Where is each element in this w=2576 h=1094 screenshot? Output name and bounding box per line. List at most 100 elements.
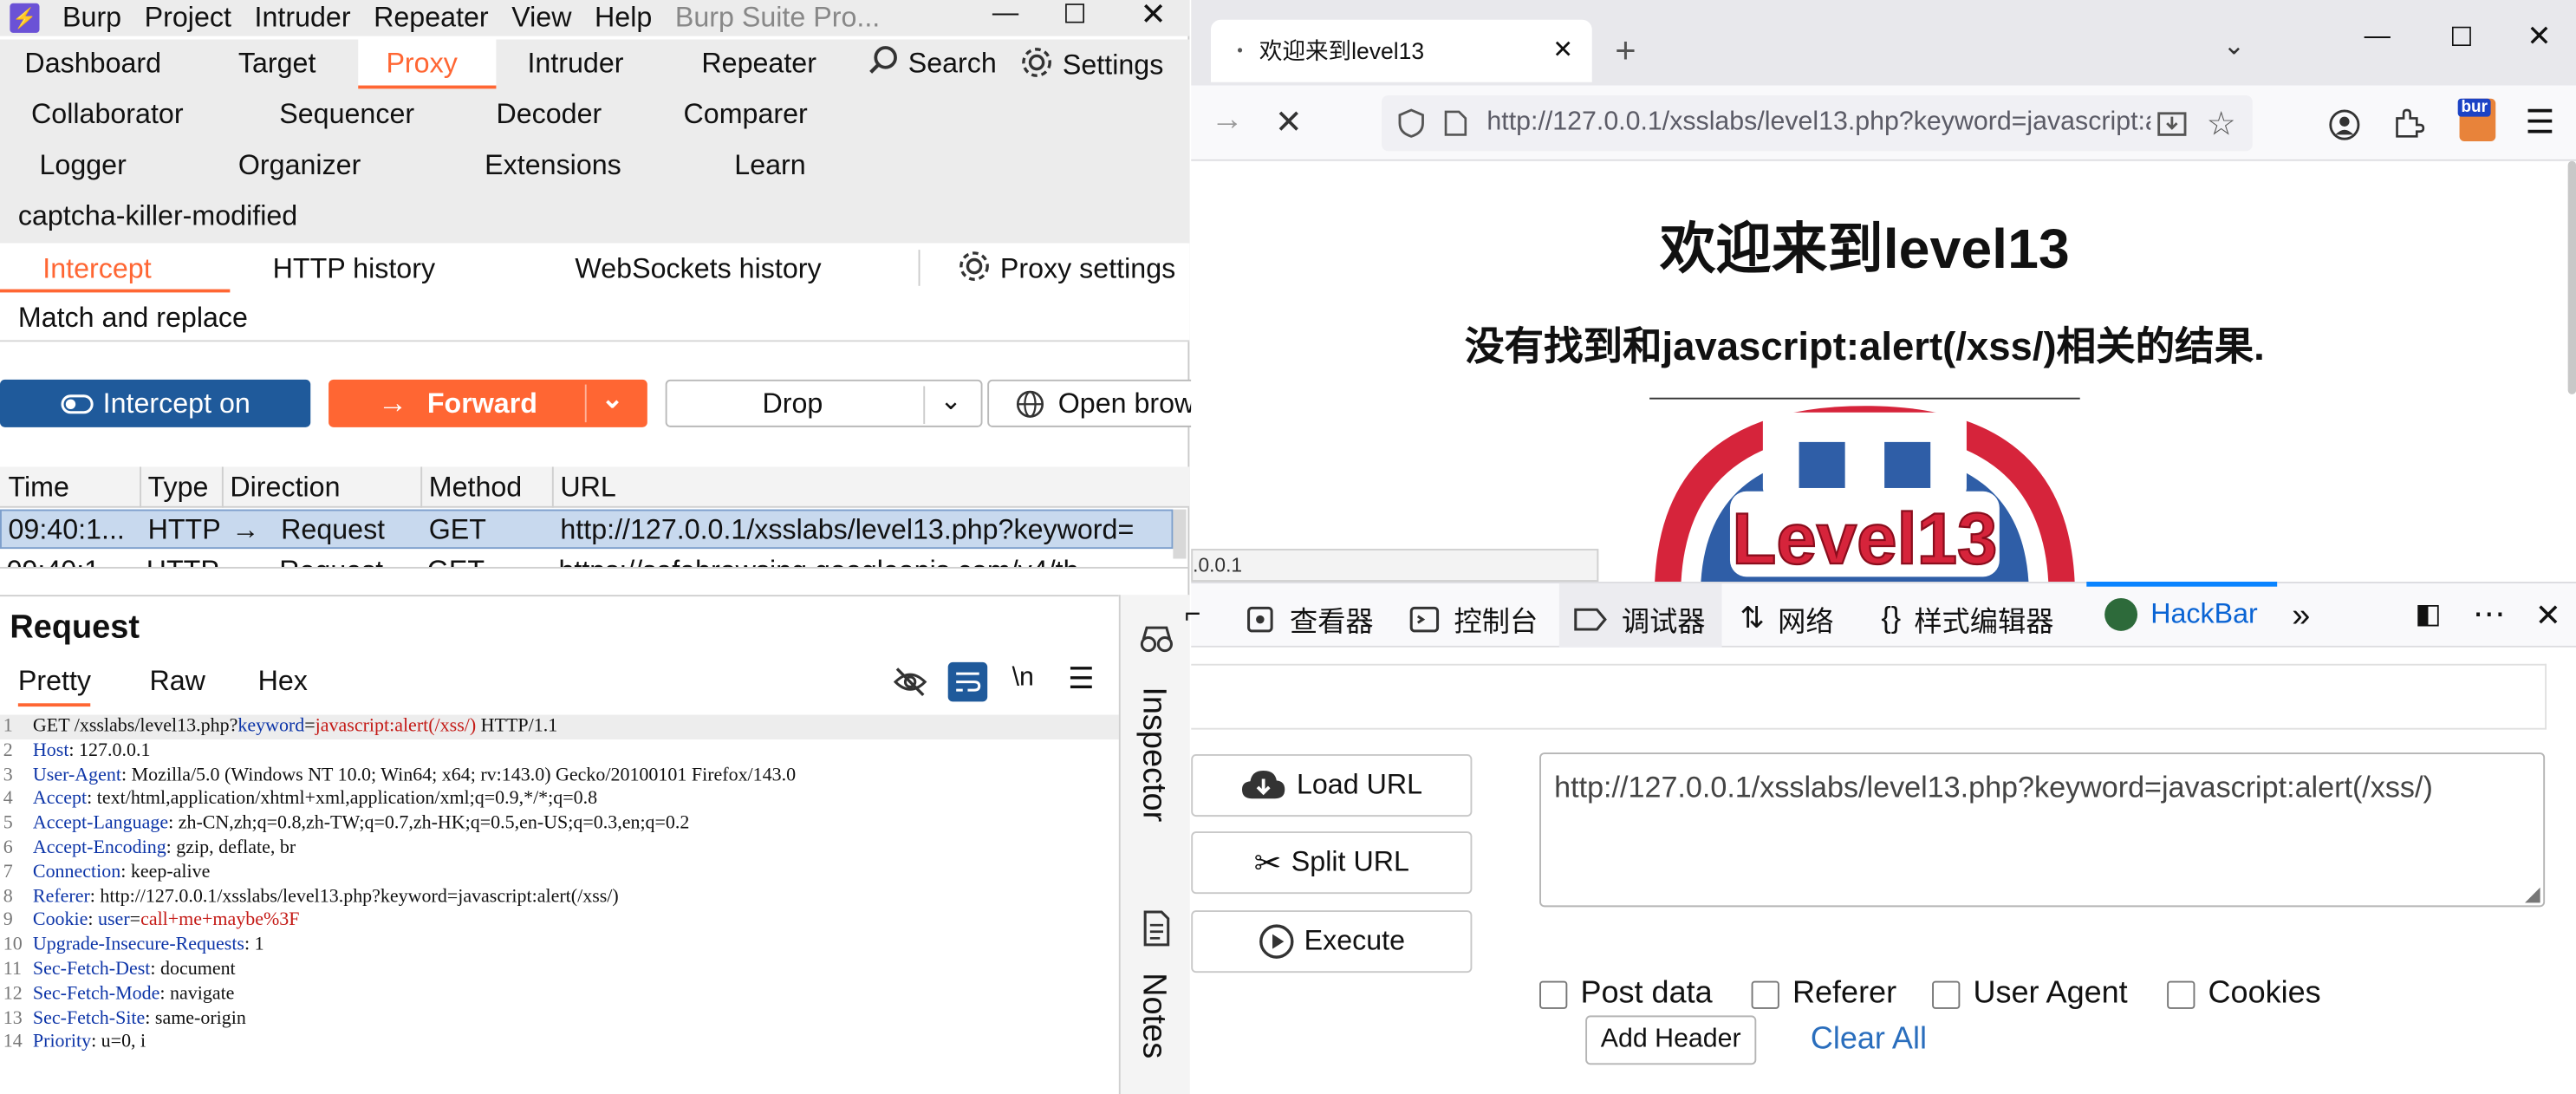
download-page-icon[interactable]	[2157, 108, 2187, 138]
menu-icon[interactable]: ☰	[2525, 102, 2554, 143]
close-tab-icon[interactable]: ✕	[1552, 35, 1573, 64]
tab-repeater[interactable]: Repeater	[701, 48, 816, 81]
extensions-icon[interactable]	[2392, 107, 2425, 140]
col-type[interactable]: Type	[148, 472, 209, 505]
tab-comparer[interactable]: Comparer	[684, 99, 808, 132]
wrap-lines-button[interactable]	[947, 661, 988, 702]
tab-match-and-replace[interactable]: Match and replace	[18, 303, 248, 335]
devtools-tab-inspector[interactable]: 查看器	[1244, 598, 1374, 639]
dock-side-icon[interactable]: ◧	[2415, 598, 2441, 631]
tab-captcha-killer[interactable]: captcha-killer-modified	[18, 200, 297, 233]
chevron-down-icon[interactable]: ⌄	[602, 383, 623, 416]
hackbar-top-field[interactable]	[1191, 663, 2547, 730]
tab-intruder[interactable]: Intruder	[527, 48, 623, 81]
tab-logger[interactable]: Logger	[39, 149, 126, 182]
request-editor[interactable]: 1 GET /xsslabs/level13.php?keyword=javasc…	[0, 714, 1119, 1056]
open-browser-button[interactable]: Open brow	[987, 379, 1218, 427]
chevron-down-icon[interactable]: ⌄	[2223, 29, 2245, 62]
checkbox[interactable]	[1751, 980, 1779, 1008]
tab-pretty[interactable]: Pretty	[17, 666, 92, 707]
close-icon[interactable]: ✕	[2527, 20, 2552, 55]
more-tabs-icon[interactable]: »	[2292, 598, 2310, 636]
devtools-tab-network[interactable]: ⇅ 网络	[1740, 598, 1833, 639]
tab-collaborator[interactable]: Collaborator	[31, 99, 184, 132]
add-header-button[interactable]: Add Header	[1585, 1015, 1757, 1065]
execute-button[interactable]: Execute	[1191, 910, 1473, 974]
devtools-tab-console[interactable]: 控制台	[1408, 598, 1538, 639]
devtools-tab-style-editor[interactable]: {} 样式编辑器	[1881, 598, 2053, 639]
checkbox[interactable]	[2167, 980, 2195, 1008]
drop-button[interactable]: Drop ⌄	[665, 379, 983, 427]
new-tab-icon[interactable]: +	[1615, 29, 1636, 72]
stop-icon[interactable]: ✕	[1275, 102, 1303, 143]
pick-element-icon[interactable]: ⌐	[1185, 598, 1201, 631]
table-scrollbar[interactable]	[1173, 509, 1187, 559]
menu-burp[interactable]: Burp	[62, 2, 121, 35]
notes-label[interactable]: Notes	[1134, 973, 1172, 1058]
forward-button[interactable]: → Forward ⌄	[329, 379, 647, 427]
tab-dashboard[interactable]: Dashboard	[24, 48, 161, 81]
devtools-tab-debugger[interactable]: 调试器	[1572, 598, 1706, 639]
checkbox[interactable]	[1539, 980, 1568, 1008]
inspector-label[interactable]: Inspector	[1134, 687, 1172, 822]
minimize-icon[interactable]: —	[2365, 23, 2391, 53]
col-method[interactable]: Method	[429, 472, 522, 505]
devtools-tab-hackbar[interactable]: HackBar	[2104, 597, 2258, 631]
url-bar[interactable]: http://127.0.0.1/xsslabs/level13.php?key…	[1382, 94, 2253, 152]
bookmark-star-icon[interactable]: ☆	[2207, 103, 2236, 144]
menu-help[interactable]: Help	[595, 2, 652, 35]
url-textarea[interactable]: http://127.0.0.1/xsslabs/level13.php?key…	[1539, 752, 2546, 908]
table-row[interactable]: 09:40:1... HTTP → Request GET https://sa…	[0, 552, 1173, 567]
tab-hex[interactable]: Hex	[258, 666, 308, 699]
menu-project[interactable]: Project	[145, 2, 231, 35]
minimize-icon[interactable]: —	[992, 0, 1018, 29]
tab-target[interactable]: Target	[238, 48, 316, 81]
tab-learn[interactable]: Learn	[734, 149, 805, 182]
proxy-settings-button[interactable]: Proxy settings	[956, 248, 1175, 286]
split-url-button[interactable]: ✂ Split URL	[1191, 831, 1473, 895]
menu-icon[interactable]: ☰	[1068, 662, 1095, 697]
tab-raw[interactable]: Raw	[149, 666, 205, 699]
burp-extension-icon[interactable]: bur	[2457, 98, 2496, 142]
post-data-checkbox[interactable]: Post data	[1539, 976, 1713, 1013]
tab-sequencer[interactable]: Sequencer	[279, 99, 414, 132]
settings-button[interactable]: Settings	[1018, 44, 1163, 82]
more-options-icon[interactable]: ⋯	[2473, 593, 2506, 634]
maximize-icon[interactable]: ☐	[1063, 0, 1086, 31]
user-agent-checkbox[interactable]: User Agent	[1932, 976, 2128, 1013]
menu-intruder[interactable]: Intruder	[255, 2, 351, 35]
col-direction[interactable]: Direction	[230, 472, 340, 505]
search-button[interactable]: Search	[868, 44, 997, 81]
col-time[interactable]: Time	[8, 472, 68, 505]
forward-arrow-icon[interactable]: →	[1211, 102, 1244, 140]
resize-handle-icon[interactable]: ◢	[2525, 882, 2540, 906]
load-url-button[interactable]: Load URL	[1191, 754, 1473, 817]
menu-view[interactable]: View	[511, 2, 571, 35]
close-devtools-icon[interactable]: ✕	[2535, 598, 2561, 636]
tab-organizer[interactable]: Organizer	[238, 149, 361, 182]
cookies-checkbox[interactable]: Cookies	[2167, 976, 2321, 1013]
maximize-icon[interactable]: ☐	[2449, 22, 2473, 55]
chevron-down-icon[interactable]: ⌄	[940, 385, 961, 418]
notes-icon[interactable]	[1142, 910, 1171, 947]
browser-tab[interactable]: • 欢迎来到level13 ✕	[1210, 19, 1592, 82]
page-scrollbar[interactable]	[2567, 160, 2576, 394]
tab-http-history[interactable]: HTTP history	[273, 253, 435, 286]
clear-all-link[interactable]: Clear All	[1811, 1022, 1927, 1058]
tab-proxy[interactable]: Proxy	[386, 48, 457, 81]
col-url[interactable]: URL	[560, 472, 615, 505]
tab-websockets-history[interactable]: WebSockets history	[575, 253, 821, 286]
checkbox[interactable]	[1932, 980, 1961, 1008]
account-icon[interactable]	[2328, 108, 2361, 141]
intercept-toggle-button[interactable]: Intercept on	[0, 379, 311, 427]
tab-intercept[interactable]: Intercept	[42, 253, 151, 286]
table-row[interactable]: 09:40:1... HTTP → Request GET http://127…	[0, 509, 1174, 550]
menu-repeater[interactable]: Repeater	[374, 2, 489, 35]
eye-off-icon[interactable]	[892, 666, 928, 699]
newline-toggle[interactable]: \n	[1012, 664, 1034, 694]
tab-decoder[interactable]: Decoder	[496, 99, 602, 132]
referer-checkbox[interactable]: Referer	[1751, 976, 1896, 1013]
inspector-icon[interactable]	[1139, 624, 1175, 654]
close-icon[interactable]: ✕	[1140, 0, 1166, 35]
tab-extensions[interactable]: Extensions	[485, 149, 621, 182]
